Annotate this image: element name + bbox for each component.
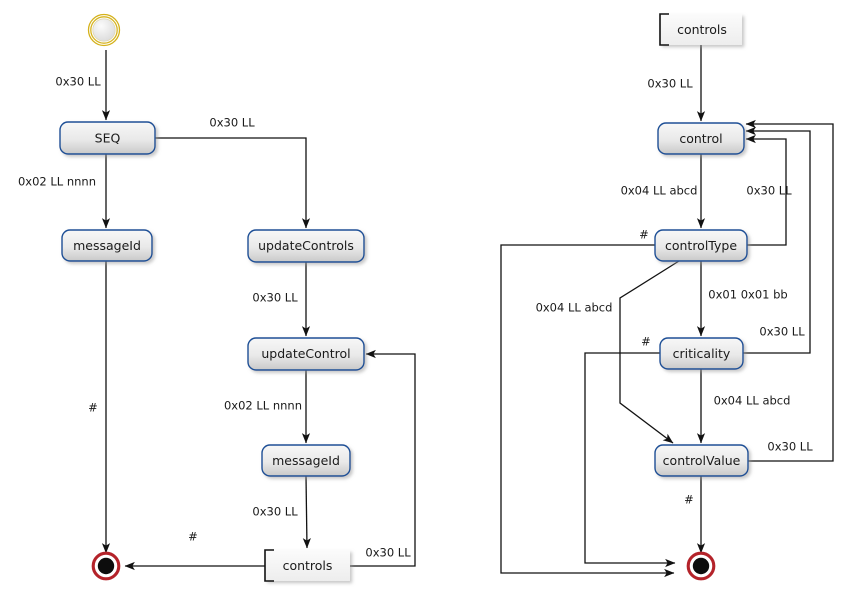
left-node-messageid-1[interactable]: messageId bbox=[61, 229, 153, 262]
right-node-controls-pin[interactable]: controls bbox=[659, 13, 742, 46]
edge-label-l8: # bbox=[188, 530, 198, 544]
left-node-updatecontrols-label: updateControls bbox=[258, 238, 354, 253]
left-node-messageid-1-label: messageId bbox=[73, 238, 141, 253]
left-node-messageid-2[interactable]: messageId bbox=[261, 444, 351, 477]
edge-label-r9: 0x04 LL abcd bbox=[714, 394, 791, 408]
right-node-controlvalue[interactable]: controlValue bbox=[654, 444, 749, 477]
right-node-control[interactable]: control bbox=[657, 122, 745, 155]
edge-label-r1: 0x30 LL bbox=[647, 77, 693, 91]
edge-label-r7: # bbox=[641, 335, 651, 349]
edge-label-l9: 0x30 LL bbox=[365, 546, 411, 560]
edge-label-r3: 0x30 LL bbox=[746, 184, 792, 198]
left-node-updatecontrol-label: updateControl bbox=[261, 346, 350, 361]
left-node-updatecontrols[interactable]: updateControls bbox=[247, 229, 365, 263]
left-node-seq-label: SEQ bbox=[95, 131, 121, 146]
edge-label-l6: 0x30 LL bbox=[252, 505, 298, 519]
right-node-controlvalue-label: controlValue bbox=[663, 453, 741, 468]
edge-label-l7: # bbox=[88, 401, 98, 415]
right-final-node[interactable] bbox=[686, 551, 716, 581]
edge-label-l2: 0x30 LL bbox=[209, 116, 255, 130]
edge-label-r2: 0x04 LL abcd bbox=[621, 184, 698, 198]
left-node-updatecontrol[interactable]: updateControl bbox=[247, 337, 365, 371]
right-node-controls-pin-label: controls bbox=[677, 22, 727, 37]
left-node-controls-pin[interactable]: controls bbox=[264, 549, 350, 582]
left-final-node[interactable] bbox=[91, 551, 121, 581]
edge-label-r8: 0x30 LL bbox=[759, 325, 805, 339]
edge-label-r10: 0x30 LL bbox=[767, 440, 813, 454]
left-initial-node[interactable] bbox=[87, 13, 121, 47]
uml-activity-diagram: SEQ messageId updateControls updateContr… bbox=[0, 0, 845, 606]
edge-label-r11: # bbox=[684, 493, 694, 507]
left-node-controls-pin-label: controls bbox=[283, 558, 333, 573]
right-node-controltype-label: controlType bbox=[665, 238, 737, 253]
right-node-control-label: control bbox=[679, 131, 722, 146]
edge-label-l4: 0x30 LL bbox=[252, 291, 298, 305]
edge-label-r5: 0x01 0x01 bb bbox=[708, 288, 787, 302]
right-node-criticality-label: criticality bbox=[673, 346, 731, 361]
edge-label-r6: 0x04 LL abcd bbox=[536, 301, 613, 315]
right-node-criticality[interactable]: criticality bbox=[659, 337, 744, 370]
right-node-controltype[interactable]: controlType bbox=[654, 229, 748, 262]
activity-diagram-canvas: SEQ messageId updateControls updateContr… bbox=[0, 0, 845, 606]
diagram-background bbox=[0, 0, 845, 606]
left-node-seq[interactable]: SEQ bbox=[59, 121, 156, 155]
left-node-messageid-2-label: messageId bbox=[272, 453, 340, 468]
edge-label-l3: 0x02 LL nnnn bbox=[18, 175, 96, 189]
edge-label-l1: 0x30 LL bbox=[55, 75, 101, 89]
edge-label-r4: # bbox=[639, 228, 649, 242]
edge-label-l5: 0x02 LL nnnn bbox=[224, 399, 302, 413]
